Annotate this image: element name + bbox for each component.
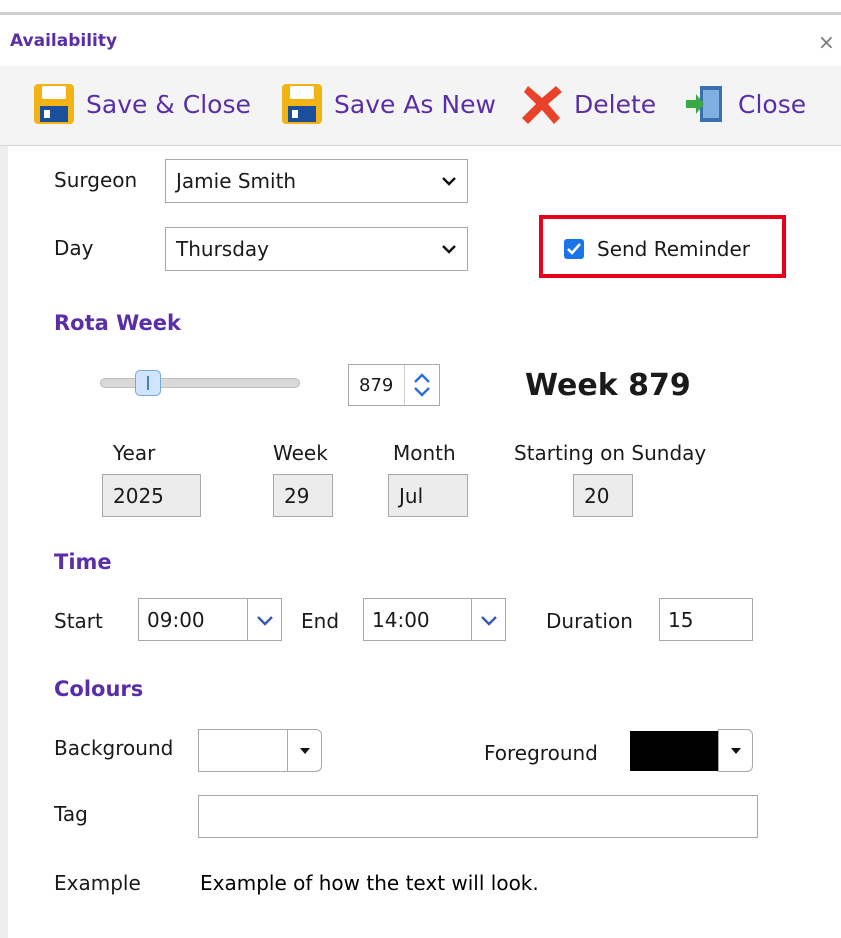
delete-button[interactable]: Delete xyxy=(520,80,656,128)
close-label: Close xyxy=(738,89,807,119)
left-gutter xyxy=(0,140,8,938)
chevron-down-icon xyxy=(480,615,497,626)
save-as-new-label: Save As New xyxy=(334,89,496,119)
rota-week-heading: Rota Week xyxy=(54,311,181,335)
surgeon-value: Jamie Smith xyxy=(176,169,297,193)
foreground-color-swatch[interactable] xyxy=(630,731,718,771)
year-field: 2025 xyxy=(102,474,201,517)
day-select[interactable]: Thursday xyxy=(165,227,468,271)
floppy-disk-icon xyxy=(34,84,74,124)
month-field: Jul xyxy=(388,474,468,517)
foreground-color-dropdown[interactable] xyxy=(718,729,753,772)
colours-heading: Colours xyxy=(54,677,144,701)
end-time-dropdown[interactable] xyxy=(471,598,506,641)
spinner-arrows[interactable] xyxy=(404,365,439,405)
starting-day-field: 20 xyxy=(573,474,633,517)
checkbox-checked-icon xyxy=(564,239,584,259)
close-window-icon[interactable]: × xyxy=(818,30,835,54)
close-button[interactable]: Close xyxy=(684,80,806,128)
send-reminder-checkbox[interactable]: Send Reminder xyxy=(563,237,750,261)
delete-label: Delete xyxy=(574,89,657,119)
background-color-swatch[interactable] xyxy=(198,729,288,772)
tag-label: Tag xyxy=(54,802,88,826)
year-label: Year xyxy=(113,441,156,465)
start-label: Start xyxy=(54,609,103,633)
end-label: End xyxy=(301,609,340,633)
example-label: Example xyxy=(54,871,141,895)
save-close-button[interactable]: Save & Close xyxy=(32,80,251,128)
foreground-label: Foreground xyxy=(484,741,598,765)
day-label: Day xyxy=(54,236,94,260)
start-time-dropdown[interactable] xyxy=(247,598,282,641)
duration-input[interactable]: 15 xyxy=(659,598,753,641)
rota-week-slider-thumb[interactable] xyxy=(134,370,161,396)
week-heading: Week 879 xyxy=(525,368,691,403)
caret-down-icon xyxy=(730,747,741,754)
background-color-dropdown[interactable] xyxy=(287,729,322,772)
week-field: 29 xyxy=(273,474,333,517)
chevron-down-icon xyxy=(442,177,456,186)
red-cross-icon xyxy=(522,86,562,124)
month-label: Month xyxy=(393,441,456,465)
rota-week-slider-track[interactable] xyxy=(100,378,300,388)
day-value: Thursday xyxy=(176,237,269,261)
top-border xyxy=(0,12,841,15)
week-label: Week xyxy=(273,441,328,465)
surgeon-select[interactable]: Jamie Smith xyxy=(165,159,468,203)
time-heading: Time xyxy=(54,550,112,574)
save-as-new-button[interactable]: Save As New xyxy=(280,80,496,128)
window-title: Availability xyxy=(10,31,118,51)
week-number-value: 879 xyxy=(359,374,394,396)
up-down-arrows-icon xyxy=(414,373,430,397)
end-time-value: 14:00 xyxy=(372,607,430,632)
chevron-down-icon xyxy=(442,245,456,254)
caret-down-icon xyxy=(299,747,310,754)
start-time-value: 09:00 xyxy=(147,607,205,632)
chevron-down-icon xyxy=(256,615,273,626)
surgeon-label: Surgeon xyxy=(54,168,138,192)
floppy-disk-icon xyxy=(282,84,322,124)
duration-label: Duration xyxy=(546,609,633,633)
save-close-label: Save & Close xyxy=(86,89,251,119)
example-text: Example of how the text will look. xyxy=(200,871,539,895)
starting-on-sunday-label: Starting on Sunday xyxy=(514,441,707,465)
tag-input[interactable] xyxy=(198,795,758,838)
send-reminder-label: Send Reminder xyxy=(597,237,750,261)
exit-door-icon xyxy=(686,86,722,122)
background-label: Background xyxy=(54,736,174,760)
